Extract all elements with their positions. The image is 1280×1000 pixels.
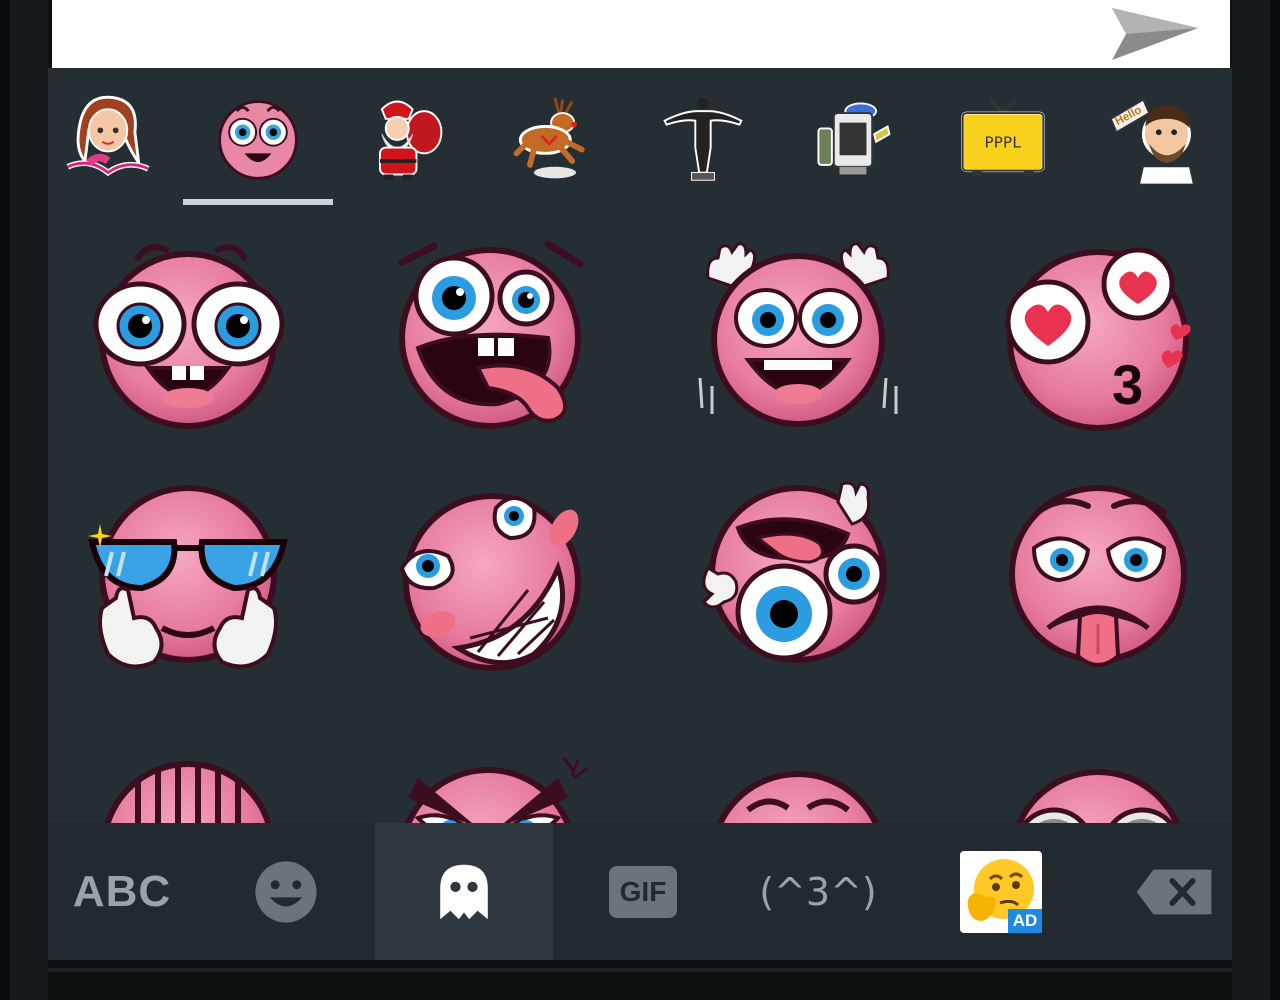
sticker-surprised-face[interactable] (78, 228, 298, 438)
keyboard-category-bar: ABC GIF (^3^) AD (48, 823, 1232, 960)
santa-icon (379, 100, 443, 181)
device-bezel-left (0, 0, 48, 1000)
gif-label: GIF (619, 875, 667, 907)
navigation-strip (48, 960, 1232, 1000)
tv-screen-text: PPPL (985, 134, 1022, 152)
abc-keyboard-button[interactable]: ABC (48, 823, 196, 960)
message-input[interactable] (82, 14, 1062, 54)
sticker-crazy-face[interactable] (688, 478, 908, 688)
girl-sticker-icon (66, 95, 150, 177)
gif-tab-button[interactable]: GIF (573, 823, 713, 960)
kiss-mouth-text: 3 (1112, 353, 1143, 416)
pack-tab-pink-emoji[interactable] (208, 88, 308, 188)
sticker-hands-up-face[interactable] (688, 228, 908, 438)
hello-man-icon: Hello (1109, 98, 1194, 185)
delete-button[interactable] (1118, 823, 1232, 960)
backspace-icon (1136, 869, 1212, 914)
thinking-emoji-ad-icon: AD (960, 850, 1042, 933)
message-input-bar (52, 0, 1230, 68)
ghost-sticker-icon (440, 864, 488, 919)
sticker-grid: 3 (48, 218, 1232, 823)
pink-emoji-icon (218, 100, 298, 180)
ad-badge: AD (1008, 908, 1042, 933)
emoji-tab-button[interactable] (216, 823, 356, 960)
pack-tab-santa[interactable] (353, 88, 453, 188)
sticker-face-partial-1[interactable] (78, 738, 298, 823)
sticker-blush-face-partial[interactable] (688, 738, 908, 823)
tv-icon: PPPL (961, 98, 1045, 177)
robot-icon (817, 102, 891, 175)
sticker-spiral-eyes-partial[interactable] (988, 738, 1208, 823)
pack-tab-hello-man[interactable]: Hello (1103, 88, 1203, 188)
pack-tab-statue[interactable] (653, 88, 753, 188)
send-icon (1112, 8, 1198, 60)
statue-icon (663, 97, 743, 181)
sticker-heart-eyes-kiss-face[interactable]: 3 (988, 228, 1208, 438)
sticker-pack-bar: PPPL Hello (48, 68, 1232, 208)
ad-emoji-button[interactable]: AD (936, 823, 1066, 960)
pack-tab-tv[interactable]: PPPL (953, 88, 1053, 188)
emoji-smiley-icon (255, 860, 317, 923)
sticker-pleading-tongue-face[interactable] (988, 478, 1208, 688)
kaomoji-tab-button[interactable]: (^3^) (748, 823, 888, 960)
sticker-tongue-out-face[interactable] (378, 228, 598, 438)
gif-icon: GIF (609, 865, 677, 918)
pack-tab-robot[interactable] (803, 88, 903, 188)
device-bezel-right (1232, 0, 1280, 1000)
reindeer-icon (513, 97, 585, 179)
sticker-keyboard: PPPL Hello 3 ABC GIF (^3^) AD (48, 68, 1232, 960)
pack-tab-reindeer[interactable] (503, 88, 603, 188)
kaomoji-icon: (^3^) (759, 869, 877, 914)
sticker-angry-face-partial[interactable] (378, 738, 598, 823)
sticker-sunglasses-face[interactable] (78, 478, 298, 688)
send-button[interactable] (1106, 2, 1202, 64)
sticker-tab-button[interactable] (375, 823, 553, 960)
selected-pack-indicator (183, 199, 333, 205)
sticker-grinning-wink-face[interactable] (378, 478, 598, 688)
pack-tab-girl[interactable] (58, 88, 158, 188)
abc-label: ABC (72, 866, 172, 916)
